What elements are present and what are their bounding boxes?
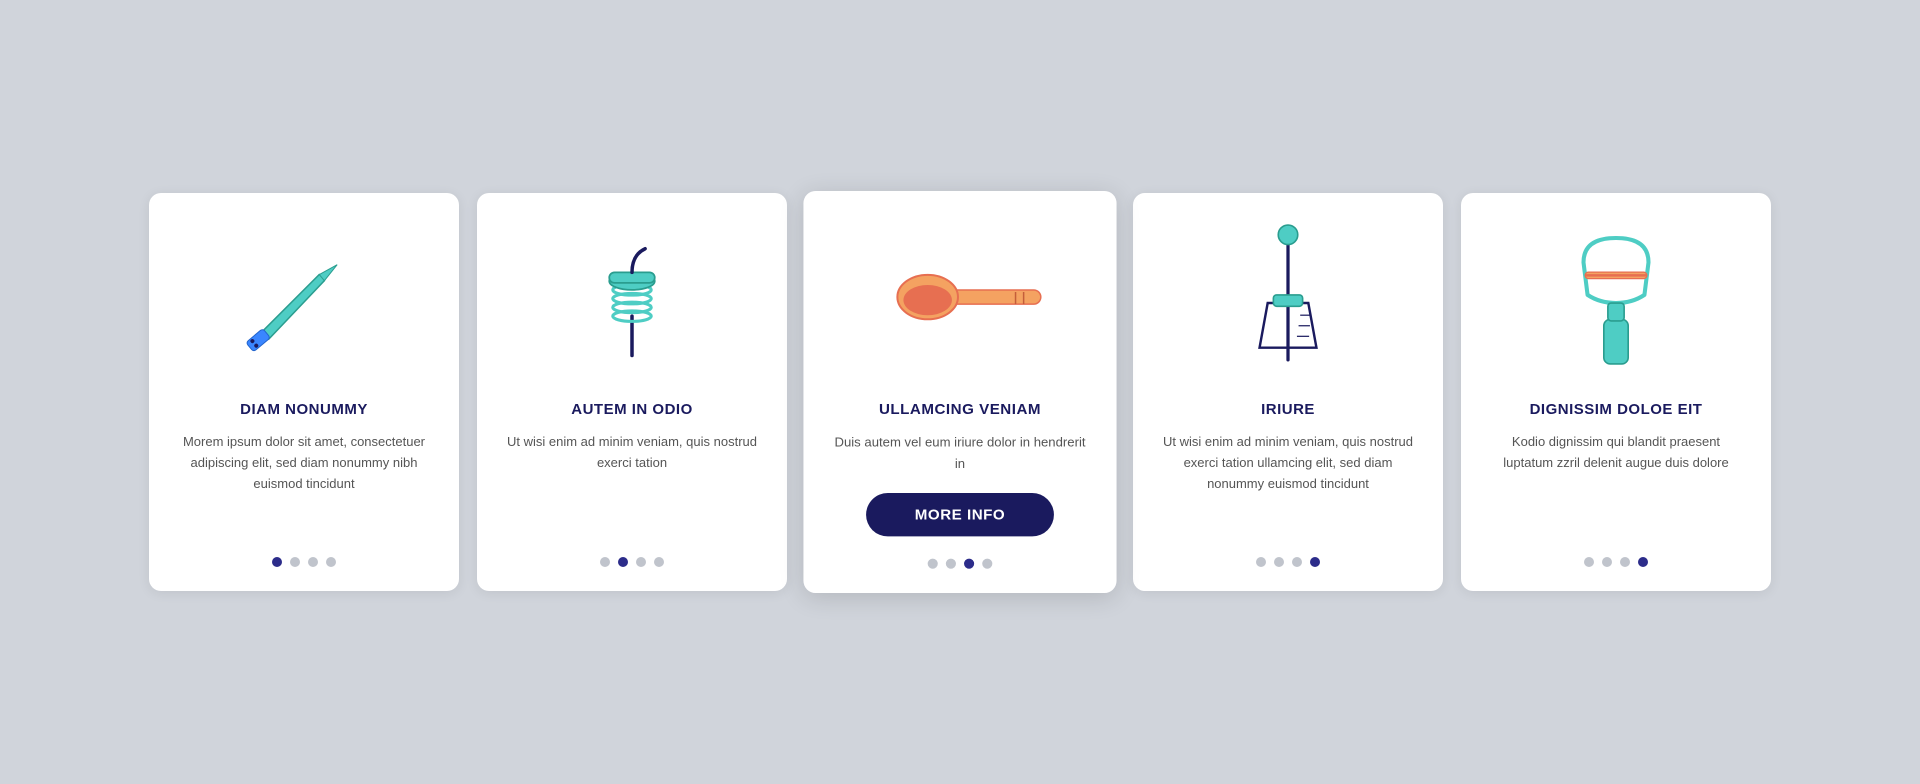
dot: [1638, 557, 1648, 567]
dot: [600, 557, 610, 567]
dot: [308, 557, 318, 567]
dot: [1310, 557, 1320, 567]
card-3-title: ULLAMCING VENIAM: [879, 401, 1041, 418]
measuring-spoon-icon: [832, 222, 1089, 384]
more-info-button[interactable]: MORE INFO: [866, 493, 1053, 536]
card-5-title: DIGNISSIM DOLOE EIT: [1530, 401, 1703, 418]
dot: [636, 557, 646, 567]
cards-container: DIAM NONUMMY Morem ipsum dolor sit amet,…: [89, 153, 1831, 631]
dot: [1602, 557, 1612, 567]
card-iriure: IRIURE Ut wisi enim ad minim veniam, qui…: [1133, 193, 1443, 591]
card-4-dots: [1256, 557, 1320, 567]
dot: [618, 557, 628, 567]
dot: [1584, 557, 1594, 567]
card-2-body: Ut wisi enim ad minim veniam, quis nostr…: [505, 432, 759, 535]
card-4-body: Ut wisi enim ad minim veniam, quis nostr…: [1161, 432, 1415, 535]
dot: [1620, 557, 1630, 567]
peeler-icon: [1489, 223, 1743, 383]
card-3-body: Duis autem vel eum iriure dolor in hendr…: [832, 433, 1089, 475]
card-diam-nonummy: DIAM NONUMMY Morem ipsum dolor sit amet,…: [149, 193, 459, 591]
card-4-title: IRIURE: [1261, 401, 1315, 418]
dot: [1274, 557, 1284, 567]
knife-icon: [177, 223, 431, 383]
card-3-dots: [928, 558, 993, 568]
kitchen-tool-icon: [1161, 223, 1415, 383]
card-dignissim: DIGNISSIM DOLOE EIT Kodio dignissim qui …: [1461, 193, 1771, 591]
card-2-dots: [600, 557, 664, 567]
card-5-body: Kodio dignissim qui blandit praesent lup…: [1489, 432, 1743, 535]
card-ullamcing-veniam: ULLAMCING VENIAM Duis autem vel eum iriu…: [803, 191, 1116, 593]
dot: [928, 558, 938, 568]
card-1-body: Morem ipsum dolor sit amet, consectetuer…: [177, 432, 431, 535]
dot: [964, 558, 974, 568]
card-autem-in-odio: AUTEM IN ODIO Ut wisi enim ad minim veni…: [477, 193, 787, 591]
card-2-title: AUTEM IN ODIO: [571, 401, 693, 418]
dot: [326, 557, 336, 567]
bottle-stopper-icon: [505, 223, 759, 383]
dot: [272, 557, 282, 567]
dot: [654, 557, 664, 567]
card-1-title: DIAM NONUMMY: [240, 401, 368, 418]
dot: [1256, 557, 1266, 567]
dot: [982, 558, 992, 568]
card-1-dots: [272, 557, 336, 567]
dot: [1292, 557, 1302, 567]
card-5-dots: [1584, 557, 1648, 567]
dot: [290, 557, 300, 567]
dot: [946, 558, 956, 568]
